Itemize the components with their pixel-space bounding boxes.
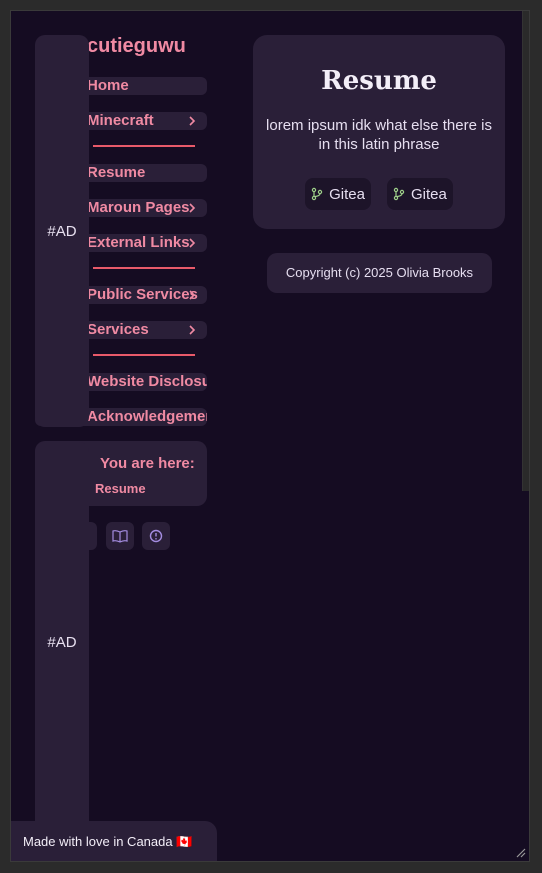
gitea-link-label: Gitea bbox=[411, 185, 447, 203]
chevron-right-icon bbox=[189, 203, 196, 213]
scrollbar[interactable] bbox=[522, 11, 529, 491]
nav-item-label: Services bbox=[87, 321, 149, 338]
chevron-right-icon bbox=[189, 290, 196, 300]
git-branch-icon bbox=[393, 187, 405, 201]
made-with-love-badge: Made with love in Canada 🇨🇦 bbox=[11, 821, 217, 861]
chevron-right-icon bbox=[189, 238, 196, 248]
nav-item-label: Acknowledgements bbox=[87, 408, 207, 425]
breadcrumb-current[interactable]: Resume bbox=[95, 481, 146, 496]
ad-label: #AD bbox=[47, 222, 77, 240]
page-description: lorem ipsum idk what else there is in th… bbox=[266, 117, 492, 153]
nav-item-label: Website Disclosure bbox=[87, 373, 207, 390]
nav-item-label: External Links bbox=[87, 234, 190, 251]
nav-item-label: Public Services bbox=[87, 286, 198, 303]
breadcrumb-title: You are here: bbox=[100, 455, 195, 472]
nav-divider bbox=[93, 267, 195, 269]
nav-item-label: Home bbox=[87, 77, 129, 94]
chevron-right-icon bbox=[189, 325, 196, 335]
gitea-link[interactable]: Gitea bbox=[305, 178, 371, 210]
chevron-right-icon bbox=[189, 116, 196, 126]
browser-viewport: cutieguwu Home Minecraft Resume Maroun P… bbox=[10, 10, 530, 862]
docs-button[interactable] bbox=[106, 522, 134, 550]
nav-item-label: Maroun Pages bbox=[87, 199, 190, 216]
resize-grip-icon[interactable] bbox=[514, 846, 526, 858]
gitea-link-label: Gitea bbox=[329, 185, 365, 203]
ad-label: #AD bbox=[47, 633, 77, 651]
ad-banner-top[interactable]: #AD bbox=[35, 35, 89, 427]
resume-card: Resume lorem ipsum idk what else there i… bbox=[253, 35, 505, 229]
alert-icon bbox=[149, 529, 163, 543]
nav-item-label: Resume bbox=[87, 164, 146, 181]
git-branch-icon bbox=[311, 187, 323, 201]
page-title: Resume bbox=[321, 66, 437, 96]
nav-divider bbox=[93, 354, 195, 356]
gitea-link[interactable]: Gitea bbox=[387, 178, 453, 210]
nav-divider bbox=[93, 145, 195, 147]
report-button[interactable] bbox=[142, 522, 170, 550]
resume-links: Gitea Gitea bbox=[253, 178, 505, 210]
book-icon bbox=[112, 530, 128, 543]
ad-banner-bottom[interactable]: #AD bbox=[35, 442, 89, 842]
nav-item-label: Minecraft bbox=[87, 112, 154, 129]
copyright-notice: Copyright (c) 2025 Olivia Brooks bbox=[267, 253, 492, 293]
